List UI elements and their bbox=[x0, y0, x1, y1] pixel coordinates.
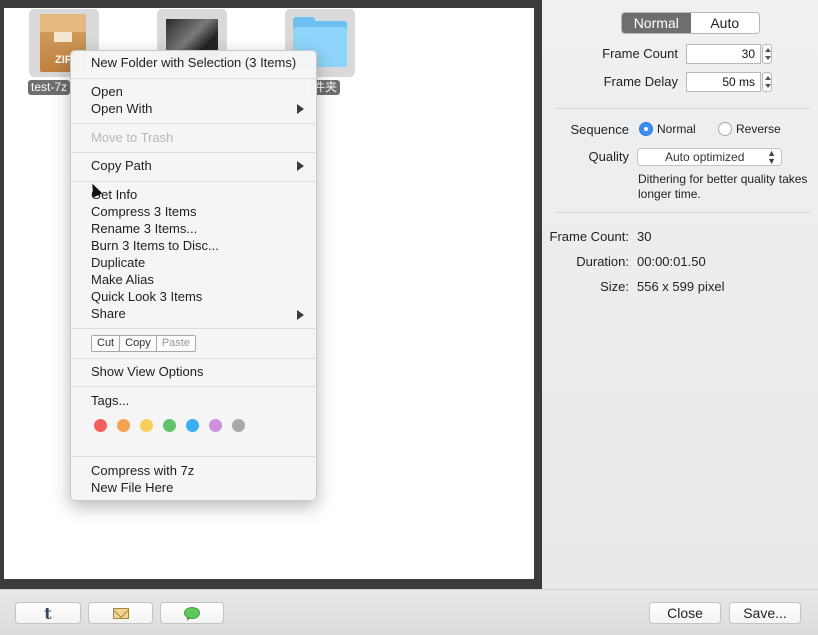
settings-panel: Normal Auto Frame Count 30 Frame Delay 5… bbox=[542, 0, 818, 589]
share-messages-button[interactable] bbox=[160, 602, 224, 624]
share-tumblr-button[interactable]: t bbox=[15, 602, 81, 624]
menu-item-quick-look[interactable]: Quick Look 3 Items bbox=[91, 289, 202, 305]
menu-separator bbox=[71, 456, 316, 457]
menu-item-compress-with-7z[interactable]: Compress with 7z bbox=[91, 463, 194, 479]
info-size-value: 556 x 599 pixel bbox=[637, 279, 725, 294]
menu-separator bbox=[71, 78, 316, 79]
tag-red-icon[interactable] bbox=[94, 419, 107, 432]
finder-context-menu: New Folder with Selection (3 Items) Open… bbox=[70, 50, 317, 501]
menu-separator bbox=[71, 152, 316, 153]
menu-item-show-view-options[interactable]: Show View Options bbox=[91, 364, 204, 380]
close-button[interactable]: Close bbox=[649, 602, 721, 624]
divider bbox=[556, 108, 810, 109]
quality-popup-button[interactable]: Auto optimized ▲ ▼ bbox=[637, 148, 782, 166]
frame-count-field[interactable]: 30 bbox=[686, 44, 761, 64]
info-duration-value: 00:00:01.50 bbox=[637, 254, 706, 269]
tag-purple-icon[interactable] bbox=[209, 419, 222, 432]
frame-delay-label: Frame Delay bbox=[603, 74, 678, 89]
menu-item-make-alias[interactable]: Make Alias bbox=[91, 272, 154, 288]
messages-icon bbox=[184, 607, 200, 622]
submenu-arrow-icon bbox=[297, 161, 304, 171]
sequence-label: Sequence bbox=[570, 122, 629, 137]
menu-item-compress[interactable]: Compress 3 Items bbox=[91, 204, 196, 220]
tag-blue-icon[interactable] bbox=[186, 419, 199, 432]
edit-button-group: Cut Copy Paste bbox=[91, 335, 196, 352]
menu-item-tags[interactable]: Tags... bbox=[91, 393, 129, 409]
tumblr-icon: t bbox=[44, 604, 52, 624]
frame-delay-field[interactable]: 50 ms bbox=[686, 72, 761, 92]
share-mail-button[interactable] bbox=[88, 602, 153, 624]
menu-separator bbox=[71, 328, 316, 329]
mode-segmented-control: Normal Auto bbox=[621, 12, 760, 34]
menu-item-new-file-here[interactable]: New File Here bbox=[91, 480, 173, 496]
menu-item-share[interactable]: Share bbox=[91, 306, 126, 322]
menu-item-copy-path[interactable]: Copy Path bbox=[91, 158, 152, 174]
info-frame-count-value: 30 bbox=[637, 229, 652, 244]
menu-item-duplicate[interactable]: Duplicate bbox=[91, 255, 145, 271]
info-duration-label: Duration: bbox=[576, 254, 629, 269]
tag-color-row bbox=[94, 419, 245, 432]
bottom-toolbar: t Close Save... bbox=[0, 589, 818, 635]
save-button[interactable]: Save... bbox=[729, 602, 801, 624]
frame-count-stepper[interactable] bbox=[762, 44, 772, 64]
menu-separator bbox=[71, 123, 316, 124]
paste-button: Paste bbox=[161, 337, 190, 349]
mode-auto-segment[interactable]: Auto bbox=[691, 13, 760, 33]
menu-item-move-to-trash: Move to Trash bbox=[91, 130, 174, 145]
sequence-normal-radio[interactable] bbox=[639, 122, 653, 136]
submenu-arrow-icon bbox=[297, 104, 304, 114]
submenu-arrow-icon bbox=[297, 310, 304, 320]
quality-hint-text: Dithering for better quality takes longe… bbox=[638, 172, 808, 201]
sequence-normal-label: Normal bbox=[657, 122, 696, 136]
menu-item-open[interactable]: Open bbox=[91, 84, 123, 100]
divider bbox=[556, 212, 810, 213]
cut-button[interactable]: Cut bbox=[92, 336, 121, 351]
menu-item-rename[interactable]: Rename 3 Items... bbox=[91, 221, 197, 237]
info-size-label: Size: bbox=[600, 279, 629, 294]
menu-item-new-folder-with-selection[interactable]: New Folder with Selection (3 Items) bbox=[91, 55, 296, 71]
file-label-test-7z: test-7z bbox=[28, 80, 71, 95]
tag-yellow-icon[interactable] bbox=[140, 419, 153, 432]
copy-button[interactable]: Copy bbox=[120, 336, 157, 351]
frame-count-label: Frame Count bbox=[602, 46, 678, 61]
info-frame-count-label: Frame Count: bbox=[549, 229, 629, 244]
tag-gray-icon[interactable] bbox=[232, 419, 245, 432]
menu-item-burn[interactable]: Burn 3 Items to Disc... bbox=[91, 238, 219, 254]
menu-item-open-with[interactable]: Open With bbox=[91, 101, 152, 117]
menu-separator bbox=[71, 181, 316, 182]
mail-icon bbox=[112, 607, 129, 619]
quality-label: Quality bbox=[588, 149, 629, 164]
sequence-reverse-label: Reverse bbox=[736, 122, 781, 136]
mode-normal-segment[interactable]: Normal bbox=[622, 13, 691, 33]
frame-delay-stepper[interactable] bbox=[762, 72, 772, 92]
menu-separator bbox=[71, 358, 316, 359]
menu-separator bbox=[71, 386, 316, 387]
quality-value: Auto optimized bbox=[665, 150, 745, 164]
tag-green-icon[interactable] bbox=[163, 419, 176, 432]
tag-orange-icon[interactable] bbox=[117, 419, 130, 432]
updown-chevron-icon: ▲ ▼ bbox=[767, 148, 776, 166]
sequence-reverse-radio[interactable] bbox=[718, 122, 732, 136]
